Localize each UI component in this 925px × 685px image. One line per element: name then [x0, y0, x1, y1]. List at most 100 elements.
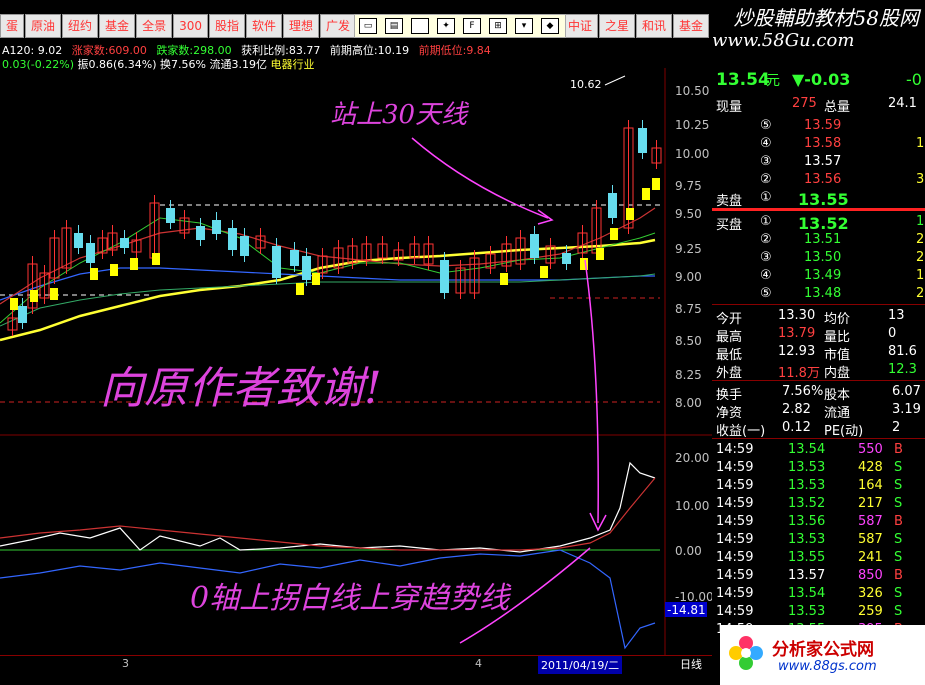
price-tick: 8.75: [675, 302, 702, 316]
market-tab[interactable]: 300: [173, 14, 208, 38]
level-mark: ③: [760, 250, 772, 265]
stat-label: 量比: [824, 330, 851, 345]
tick-row: 14:59 13.53 428 S: [712, 460, 925, 478]
fund-label: 股本: [824, 388, 851, 403]
market-tab[interactable]: 全景: [136, 14, 173, 38]
price-axis: 10.50 10.25 10.00 9.75 9.50 9.25 9.00 8.…: [675, 84, 709, 410]
osc-tick: 10.00: [675, 499, 709, 513]
tick-price: 13.53: [788, 460, 826, 475]
grid-icon[interactable]: ⊞: [489, 18, 507, 34]
period-selector[interactable]: 日线: [680, 656, 702, 672]
tick-price: 13.57: [788, 568, 826, 583]
market-tab[interactable]: 和讯: [636, 14, 673, 38]
osc-tick: -10.00: [675, 590, 712, 604]
diamond-icon[interactable]: ◆: [541, 18, 559, 34]
tick-time: 14:59: [716, 586, 754, 601]
bid-row: ③ 13.50 2: [712, 250, 925, 268]
star-icon[interactable]: ✦: [437, 18, 455, 34]
tick-price: 13.55: [788, 550, 826, 565]
osc-white-line: [0, 461, 656, 553]
stat-label: 均价: [824, 312, 851, 327]
total-value: 24.1: [888, 96, 917, 111]
price-tick: 8.50: [675, 334, 702, 348]
stat-label: 最低: [716, 348, 743, 363]
annotation-bottom: 0轴上拐白线上穿趋势线: [190, 581, 512, 616]
osc-axis: 20.00 10.00 0.00 -10.00 -14.81: [665, 451, 712, 617]
tick-time: 14:59: [716, 496, 754, 511]
tick-row: 14:59 13.57 850 B: [712, 568, 925, 586]
square-icon[interactable]: [411, 18, 429, 34]
tick-price: 13.54: [788, 586, 826, 601]
tick-volume: 326: [858, 586, 883, 601]
market-tab[interactable]: 股指: [208, 14, 245, 38]
tick-volume: 587: [858, 532, 883, 547]
buy1-volume: 1: [916, 214, 925, 229]
tick-side: S: [894, 496, 903, 511]
tick-row: 14:59 13.52 217 S: [712, 496, 925, 514]
annotation-middle: 向原作者致谢!: [100, 363, 382, 414]
volume-row: 现量 275 总量 24.1: [712, 96, 925, 115]
stat-value: 12.93: [778, 344, 816, 359]
section-divider: [712, 304, 925, 305]
stat-value: 13.79: [778, 326, 816, 341]
tick-side: S: [894, 550, 903, 565]
market-tab[interactable]: 基金: [99, 14, 136, 38]
market-tab[interactable]: 软件: [246, 14, 283, 38]
fund-label: 净资: [716, 406, 743, 421]
volume-marker: [50, 288, 58, 300]
ask-row: ④ 13.58 1: [712, 136, 925, 154]
stat-row: 外盘 11.8万 内盘 12.3: [712, 362, 925, 381]
price-tick: 10.00: [675, 147, 709, 161]
market-tab[interactable]: 理想: [283, 14, 320, 38]
prev-low-label: 前期低位:: [418, 44, 467, 57]
ask-volume: 3: [916, 172, 925, 187]
watermark-url: www.58Gu.com: [712, 30, 855, 51]
volume-marker: [152, 253, 160, 265]
tick-time: 14:59: [716, 604, 754, 619]
market-tab[interactable]: 基金: [673, 14, 710, 38]
kline-chart[interactable]: 10.50 10.25 10.00 9.75 9.50 9.25 9.00 8.…: [0, 68, 712, 658]
market-tab[interactable]: 蛋: [0, 14, 25, 38]
prev-high-value: 10.19: [377, 44, 410, 57]
market-tab[interactable]: 中证: [562, 14, 599, 38]
level-mark: ②: [760, 232, 772, 247]
tick-side: S: [894, 532, 903, 547]
stat-row: 最低 12.93 市值 81.6: [712, 344, 925, 363]
site-logo: 分析家公式网 www.88gs.com: [720, 625, 925, 685]
section-divider: [712, 438, 925, 439]
ask-volume: 1: [916, 136, 925, 151]
tick-time: 14:59: [716, 460, 754, 475]
tick-side: S: [894, 478, 903, 493]
palette-icon[interactable]: ▾: [515, 18, 533, 34]
stat-label: 市值: [824, 348, 851, 363]
ask-price: 13.59: [804, 118, 842, 133]
level-mark: ④: [760, 268, 772, 283]
f-icon[interactable]: F: [463, 18, 481, 34]
section-divider: [712, 380, 925, 381]
tick-side: S: [894, 586, 903, 601]
market-tab[interactable]: 广发: [320, 14, 357, 38]
level-mark: ①: [760, 190, 772, 205]
market-tab[interactable]: 之星: [599, 14, 636, 38]
price-tick: 10.25: [675, 118, 709, 132]
market-tab[interactable]: 纽约: [62, 14, 99, 38]
market-tab[interactable]: 原油: [25, 14, 62, 38]
level-mark: ④: [760, 136, 772, 151]
tick-volume: 259: [858, 604, 883, 619]
logo-text: 分析家公式网: [772, 640, 874, 660]
ask-price: 13.56: [804, 172, 842, 187]
volume-marker: [652, 178, 660, 190]
tick-price: 13.53: [788, 478, 826, 493]
window-icon[interactable]: ▭: [359, 18, 377, 34]
window-icon[interactable]: ▤: [385, 18, 403, 34]
price-tick: 10.50: [675, 84, 709, 98]
sell-label: 卖盘: [716, 194, 743, 209]
change-percent: -0: [906, 70, 922, 89]
price-tick: 9.00: [675, 270, 702, 284]
month-mark: 3: [122, 657, 129, 670]
fund-value: 2: [892, 420, 901, 435]
stat-value: 81.6: [888, 344, 917, 359]
buy-label: 买盘: [716, 218, 743, 233]
bid-price: 13.50: [804, 250, 842, 265]
bid-row: ② 13.51 2: [712, 232, 925, 250]
